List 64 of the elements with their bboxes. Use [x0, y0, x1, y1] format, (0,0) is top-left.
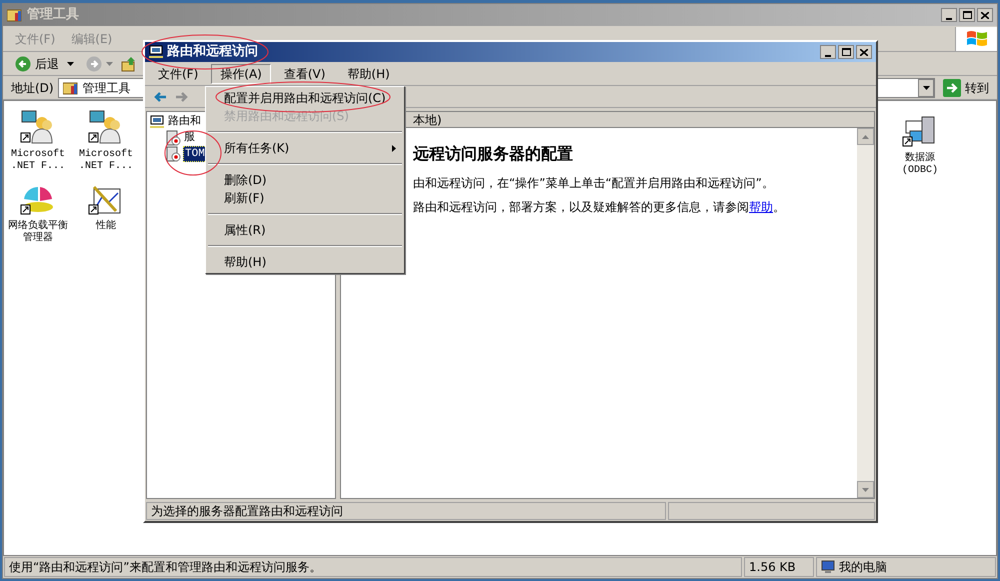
menu-item[interactable]: 文件(F): [149, 64, 208, 84]
up-arrow-icon: [862, 134, 869, 138]
computer-icon: [149, 45, 163, 59]
tree-item[interactable]: TOM: [183, 146, 207, 162]
minimize-button[interactable]: [941, 8, 957, 22]
menu-item[interactable]: 刷新(F): [206, 189, 404, 207]
computer-icon: [821, 560, 835, 574]
tree-item[interactable]: 路由和: [167, 115, 202, 129]
info-text: 由和远程访问，在“操作”菜单上单击“配置并启用路由和远程访问”。: [413, 175, 775, 192]
address-label: 地址(D): [11, 80, 54, 96]
shortcut-label[interactable]: 数据源 (ODBC): [887, 153, 953, 177]
file-size-text: 1.56 KB: [744, 557, 814, 577]
close-button[interactable]: [977, 8, 993, 22]
caret-icon: [922, 86, 930, 90]
window-title: 路由和远程访问: [167, 42, 258, 62]
section-heading: 远程访问服务器的配置: [413, 143, 574, 165]
close-icon: [860, 48, 868, 56]
shortcut-label[interactable]: 网络负载平衡管理器: [5, 221, 71, 245]
menu-item[interactable]: 操作(A): [211, 64, 271, 84]
menu-item[interactable]: 删除(D): [206, 171, 404, 189]
dropdown-caret-icon: [67, 62, 74, 66]
computer-icon: [149, 115, 165, 129]
folder-icon: [62, 80, 79, 94]
back-arrow-icon: [153, 90, 167, 102]
tree-item[interactable]: 服: [183, 131, 196, 145]
window-title: 管理工具: [27, 6, 79, 24]
maximize-icon: [842, 48, 850, 56]
maximize-icon: [962, 11, 972, 19]
minimize-icon: [946, 17, 952, 21]
shortcut-label[interactable]: 性能: [96, 221, 116, 233]
menu-item[interactable]: 所有任务(K): [206, 139, 404, 157]
annotation-ellipse: [164, 130, 222, 176]
menu-item[interactable]: 帮助(H): [206, 253, 404, 271]
menu-item[interactable]: 帮助(H): [338, 64, 399, 84]
go-button[interactable]: 转到: [939, 78, 993, 96]
flag-logo-icon: [966, 28, 988, 48]
shortcut-label[interactable]: Microsoft .NET F...: [5, 149, 71, 173]
info-text: 路由和远程访问，部署方案，以及疑难解答的更多信息，请参阅帮助。: [413, 199, 786, 216]
menu-item[interactable]: 属性(R): [206, 221, 404, 239]
folder-icon: [7, 8, 23, 22]
server-icon: [165, 146, 181, 162]
submenu-arrow-icon: [392, 144, 396, 152]
minimize-icon: [825, 54, 831, 58]
close-button[interactable]: [856, 45, 872, 59]
folder-up-icon: [121, 56, 137, 72]
help-link[interactable]: 帮助: [749, 200, 773, 214]
status-text: 为选择的服务器配置路由和远程访问: [146, 502, 666, 520]
dropdown-caret-icon: [106, 62, 113, 66]
down-arrow-icon: [862, 488, 869, 492]
zone-text: 我的电脑: [839, 559, 887, 576]
menu-item[interactable]: 查看(V): [274, 64, 334, 84]
server-icon: [165, 130, 181, 146]
pane-header: 本地): [413, 112, 442, 128]
scrollbar[interactable]: [857, 128, 874, 498]
close-icon: [981, 12, 989, 18]
dropdown-button[interactable]: [918, 78, 934, 96]
back-button[interactable]: 后退: [11, 54, 63, 72]
menu-item[interactable]: 配置并启用路由和远程访问(C): [206, 89, 404, 107]
maximize-button[interactable]: [959, 8, 975, 22]
maximize-button[interactable]: [838, 45, 854, 59]
shortcut-label[interactable]: Microsoft .NET F...: [73, 149, 139, 173]
minimize-button[interactable]: [820, 45, 836, 59]
status-text: 使用“路由和远程访问”来配置和管理路由和远程访问服务。: [4, 557, 742, 577]
forward-arrow-icon: [175, 90, 189, 102]
